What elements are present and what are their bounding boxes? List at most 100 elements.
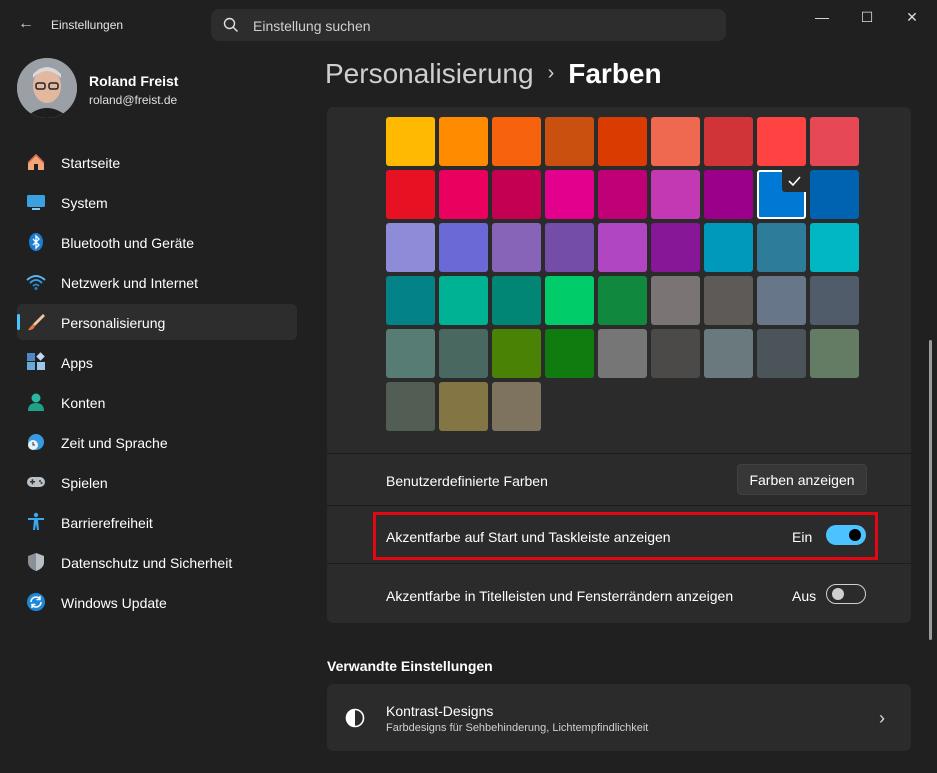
accent-color-swatch[interactable] — [492, 223, 541, 272]
accent-color-swatch[interactable] — [492, 329, 541, 378]
wifi-icon — [26, 275, 46, 290]
accent-color-swatch[interactable] — [704, 276, 753, 325]
brush-icon — [28, 314, 45, 331]
accent-color-swatch[interactable] — [545, 329, 594, 378]
accent-color-swatch[interactable] — [651, 223, 700, 272]
search-box[interactable] — [211, 9, 726, 43]
accent-color-swatch[interactable] — [386, 329, 435, 378]
sidebar-item-spielen[interactable]: Spielen — [17, 464, 297, 500]
contrast-icon — [345, 708, 365, 728]
person-icon — [28, 393, 44, 411]
sidebar-item-label: Spielen — [61, 475, 108, 491]
bluetooth-icon — [29, 233, 43, 251]
search-input[interactable] — [251, 9, 715, 43]
accent-color-swatch[interactable] — [704, 329, 753, 378]
accent-color-swatch[interactable] — [439, 117, 488, 166]
active-indicator — [17, 314, 20, 330]
accessibility-icon — [28, 512, 44, 530]
search-icon — [223, 17, 238, 32]
accent-color-swatch[interactable] — [651, 117, 700, 166]
accent-titlebar-toggle[interactable] — [826, 584, 866, 604]
accent-color-swatch[interactable] — [810, 223, 859, 272]
accent-color-swatch[interactable] — [439, 223, 488, 272]
accent-color-swatch[interactable] — [598, 223, 647, 272]
sidebar-item-bluetooth[interactable]: Bluetooth und Geräte — [17, 224, 297, 260]
sidebar-item-system[interactable]: System — [17, 184, 297, 220]
sidebar-item-label: System — [61, 195, 108, 211]
accent-color-swatch[interactable] — [439, 276, 488, 325]
accent-color-swatch[interactable] — [545, 170, 594, 219]
title-bar: ← Einstellungen — ☐ ✕ — [0, 0, 937, 50]
chevron-right-icon: › — [879, 708, 885, 728]
accent-color-swatch[interactable] — [386, 117, 435, 166]
sidebar-item-netzwerk[interactable]: Netzwerk und Internet — [17, 264, 297, 300]
sidebar-item-zeit[interactable]: Zeit und Sprache — [17, 424, 297, 460]
accent-color-swatch[interactable] — [651, 276, 700, 325]
page-title: Farben — [568, 58, 662, 89]
accent-color-swatch[interactable] — [810, 117, 859, 166]
accent-color-swatch[interactable] — [386, 276, 435, 325]
sidebar-item-personalisierung[interactable]: Personalisierung — [17, 304, 297, 340]
accent-color-swatch[interactable] — [651, 170, 700, 219]
sidebar-item-konten[interactable]: Konten — [17, 384, 297, 420]
maximize-button[interactable]: ☐ — [844, 6, 890, 28]
accent-color-swatch[interactable] — [492, 170, 541, 219]
accent-color-swatch[interactable] — [704, 170, 753, 219]
sidebar-item-label: Personalisierung — [61, 315, 166, 331]
sidebar-item-label: Konten — [61, 395, 106, 411]
accent-color-swatch[interactable] — [386, 223, 435, 272]
accent-color-swatch[interactable] — [810, 276, 859, 325]
sidebar-item-label: Apps — [61, 355, 93, 371]
sidebar-item-startseite[interactable]: Startseite — [17, 144, 297, 180]
accent-color-swatch[interactable] — [704, 223, 753, 272]
sidebar-item-label: Datenschutz und Sicherheit — [61, 555, 233, 571]
divider — [327, 505, 911, 506]
accent-color-swatch[interactable] — [492, 117, 541, 166]
toggle-knob — [832, 588, 844, 600]
accent-color-swatch[interactable] — [810, 170, 859, 219]
highlight-frame — [373, 512, 878, 560]
globe-clock-icon — [28, 434, 44, 450]
update-icon — [27, 593, 45, 611]
accent-color-swatch[interactable] — [651, 329, 700, 378]
back-button[interactable]: ← — [14, 12, 38, 36]
close-button[interactable]: ✕ — [889, 6, 935, 28]
sidebar-item-windows-update[interactable]: Windows Update — [17, 584, 297, 620]
accent-color-swatch[interactable] — [545, 117, 594, 166]
accent-titlebar-label: Akzentfarbe in Titelleisten und Fensterr… — [386, 588, 734, 604]
accent-color-swatch[interactable] — [757, 329, 806, 378]
minimize-button[interactable]: — — [799, 6, 845, 28]
avatar[interactable] — [17, 58, 77, 118]
sidebar-item-datenschutz[interactable]: Datenschutz und Sicherheit — [17, 544, 297, 580]
apps-icon — [27, 352, 45, 370]
monitor-icon — [27, 195, 45, 210]
contrast-designs-link[interactable]: Kontrast-Designs Farbdesigns für Sehbehi… — [327, 684, 911, 751]
accent-color-swatch[interactable] — [439, 170, 488, 219]
accent-color-swatch[interactable] — [439, 382, 488, 431]
accent-color-swatch[interactable] — [810, 329, 859, 378]
sidebar-item-barrierefreiheit[interactable]: Barrierefreiheit — [17, 504, 297, 540]
show-colors-button[interactable]: Farben anzeigen — [737, 464, 867, 495]
sidebar-item-apps[interactable]: Apps — [17, 344, 297, 380]
accent-color-swatch[interactable] — [704, 117, 753, 166]
accent-color-swatch[interactable] — [598, 329, 647, 378]
accent-color-swatch[interactable] — [757, 276, 806, 325]
accent-color-swatch[interactable] — [439, 329, 488, 378]
divider — [327, 563, 911, 564]
accent-color-swatch[interactable] — [757, 223, 806, 272]
accent-color-swatch[interactable] — [598, 276, 647, 325]
accent-titlebar-state: Aus — [792, 588, 817, 604]
scrollbar-thumb[interactable] — [929, 340, 932, 640]
accent-color-swatch[interactable] — [757, 170, 806, 219]
accent-color-swatch[interactable] — [386, 170, 435, 219]
accent-color-swatch[interactable] — [492, 382, 541, 431]
accent-color-swatch[interactable] — [545, 223, 594, 272]
breadcrumb-parent[interactable]: Personalisierung — [325, 58, 534, 89]
accent-color-swatch[interactable] — [598, 117, 647, 166]
sidebar-item-label: Zeit und Sprache — [61, 435, 168, 451]
accent-color-swatch[interactable] — [757, 117, 806, 166]
accent-color-swatch[interactable] — [492, 276, 541, 325]
accent-color-swatch[interactable] — [545, 276, 594, 325]
accent-color-swatch[interactable] — [598, 170, 647, 219]
accent-color-swatch[interactable] — [386, 382, 435, 431]
